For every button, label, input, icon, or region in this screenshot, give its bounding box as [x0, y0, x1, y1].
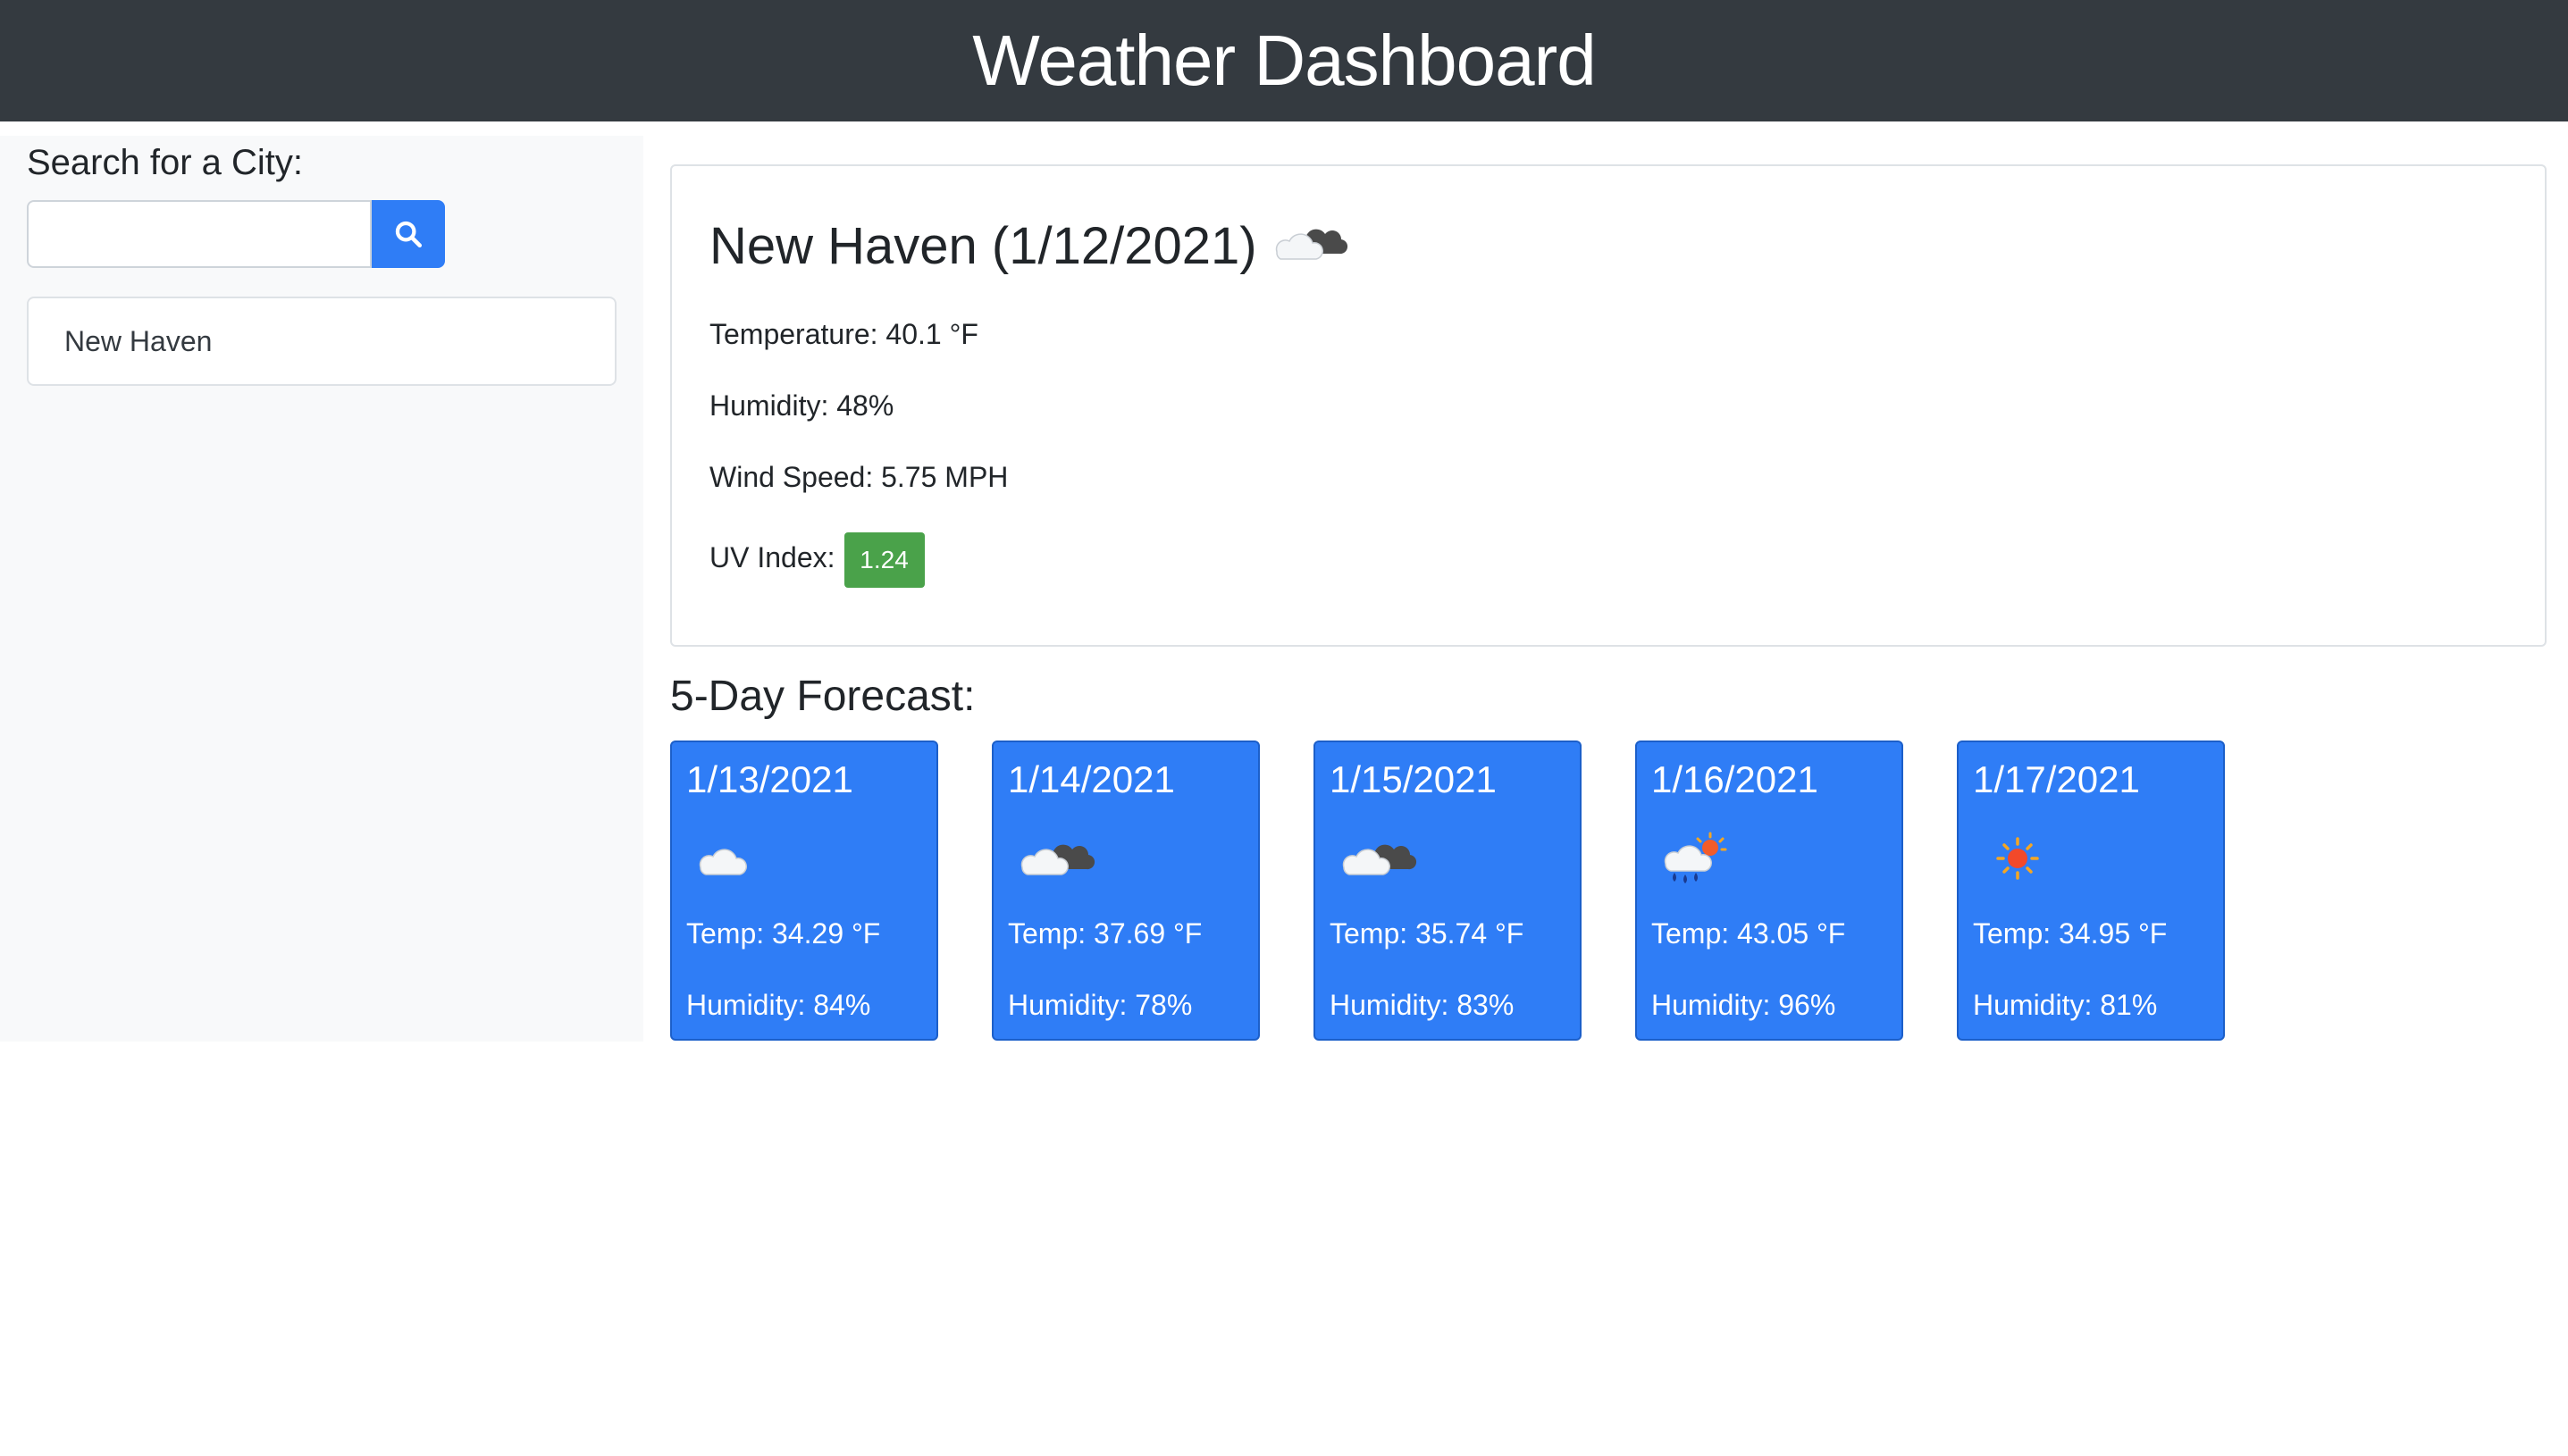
- clouds-icon: [1270, 213, 1350, 279]
- current-uv-index: UV Index: 1.24: [709, 527, 925, 588]
- uv-index-badge: 1.24: [843, 532, 925, 588]
- forecast-temp: Temp: 35.74 °F: [1330, 917, 1524, 950]
- forecast-date: 1/15/2021: [1330, 758, 1497, 800]
- city-search-input[interactable]: [27, 200, 372, 268]
- current-wind-speed: Wind Speed: 5.75 MPH: [709, 461, 1009, 493]
- current-humidity: Humidity: 48%: [709, 389, 894, 422]
- history-item-label: New Haven: [64, 324, 213, 357]
- app-header: Weather Dashboard: [0, 0, 2568, 121]
- cloud-icon: [695, 832, 767, 886]
- forecast-heading: 5-Day Forecast:: [670, 673, 976, 720]
- forecast-card: 1/13/2021 Temp: 34.29 °F Humidity: 84%: [670, 741, 938, 1041]
- forecast-date: 1/14/2021: [1008, 758, 1175, 800]
- forecast-card: 1/16/2021 Temp: 43.05 °F Humidity: 96%: [1635, 741, 1903, 1041]
- search-heading: Search for a City:: [27, 143, 304, 182]
- search-history-list: New Haven: [27, 297, 617, 386]
- forecast-row: 1/13/2021 Temp: 34.29 °F Humidity: 84% 1…: [670, 741, 2225, 1041]
- current-weather-card: New Haven (1/12/2021) Temperature: 40.1 …: [670, 164, 2547, 647]
- history-item[interactable]: New Haven: [27, 297, 617, 386]
- forecast-humidity: Humidity: 96%: [1651, 989, 1836, 1021]
- page-title: Weather Dashboard: [972, 21, 1596, 100]
- forecast-date: 1/13/2021: [686, 758, 853, 800]
- search-icon: [395, 221, 423, 248]
- forecast-temp: Temp: 34.29 °F: [686, 917, 881, 950]
- forecast-card: 1/17/2021 Temp: 34.95 °F Humidity: 81%: [1957, 741, 2225, 1041]
- forecast-date: 1/16/2021: [1651, 758, 1818, 800]
- clouds-icon: [1339, 832, 1419, 886]
- uv-index-label: UV Index:: [709, 540, 835, 573]
- forecast-temp: Temp: 43.05 °F: [1651, 917, 1846, 950]
- forecast-card: 1/14/2021 Temp: 37.69 °F Humidity: 78%: [992, 741, 1260, 1041]
- forecast-card: 1/15/2021 Temp: 35.74 °F Humidity: 83%: [1313, 741, 1582, 1041]
- sun-icon: [1982, 832, 2053, 890]
- forecast-date: 1/17/2021: [1973, 758, 2140, 800]
- forecast-humidity: Humidity: 81%: [1973, 989, 2158, 1021]
- forecast-humidity: Humidity: 78%: [1008, 989, 1193, 1021]
- forecast-humidity: Humidity: 83%: [1330, 989, 1515, 1021]
- current-temperature: Temperature: 40.1 °F: [709, 318, 978, 350]
- forecast-temp: Temp: 37.69 °F: [1008, 917, 1203, 950]
- search-button[interactable]: [372, 200, 445, 268]
- current-city-heading: New Haven (1/12/2021): [709, 213, 1350, 279]
- forecast-temp: Temp: 34.95 °F: [1973, 917, 2168, 950]
- forecast-humidity: Humidity: 84%: [686, 989, 871, 1021]
- sidebar: Search for a City: New Haven: [0, 136, 643, 1042]
- rain-sun-icon: [1660, 832, 1732, 891]
- clouds-icon: [1017, 832, 1097, 886]
- current-city-title: New Haven (1/12/2021): [709, 216, 1257, 275]
